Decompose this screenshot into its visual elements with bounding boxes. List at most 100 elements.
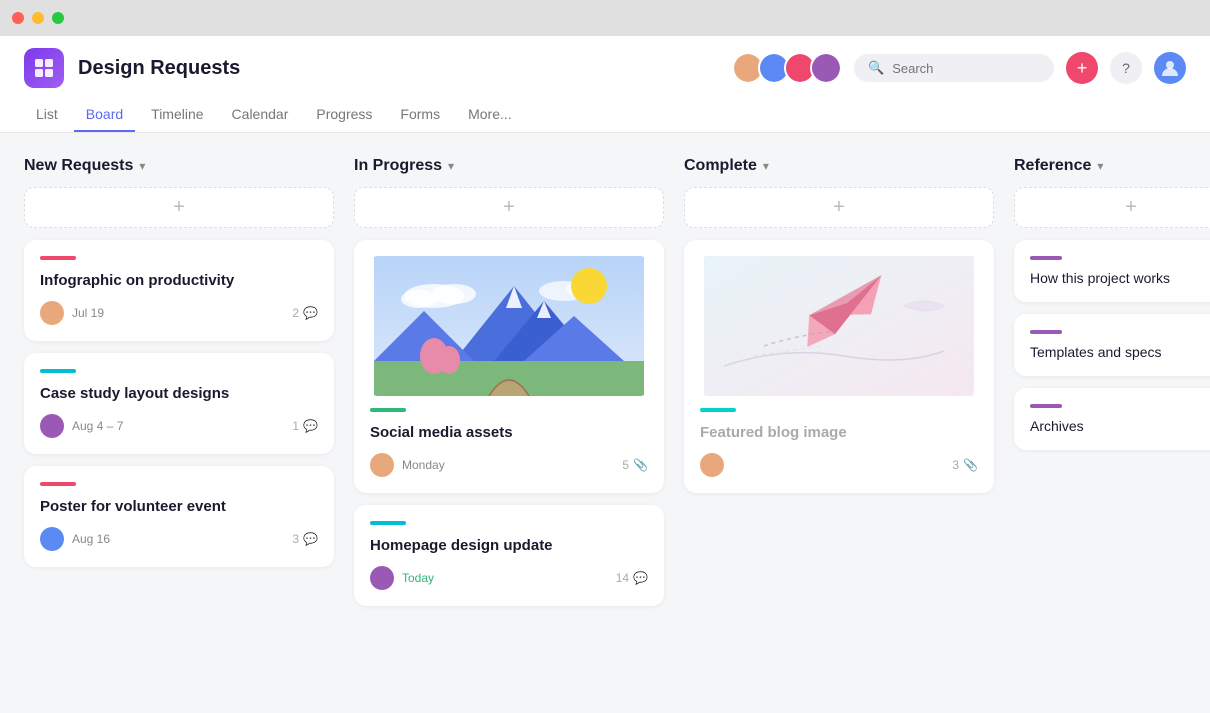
card-count: 1 💬 bbox=[292, 419, 318, 433]
column-title-new-requests: New Requests bbox=[24, 157, 133, 175]
card-meta: Monday bbox=[370, 453, 445, 477]
card-footer: Aug 16 3 💬 bbox=[40, 527, 318, 551]
card-count: 5 📎 bbox=[622, 458, 648, 472]
tab-timeline[interactable]: Timeline bbox=[139, 98, 215, 132]
card-footer: Aug 4 – 7 1 💬 bbox=[40, 414, 318, 438]
ref-title: Archives bbox=[1030, 418, 1210, 434]
tab-list[interactable]: List bbox=[24, 98, 70, 132]
card-meta: Aug 4 – 7 bbox=[40, 414, 123, 438]
card-blog-image[interactable]: Featured blog image 3 📎 bbox=[684, 240, 994, 493]
chevron-down-icon: ▾ bbox=[1097, 159, 1103, 173]
card-social-media[interactable]: Social media assets Monday 5 📎 bbox=[354, 240, 664, 493]
search-bar[interactable]: 🔍 bbox=[854, 54, 1054, 82]
card-title: Social media assets bbox=[370, 424, 648, 441]
comment-icon: 💬 bbox=[303, 532, 318, 546]
card-image-mountain bbox=[370, 256, 648, 396]
avatar bbox=[370, 566, 394, 590]
add-button[interactable]: + bbox=[1066, 52, 1098, 84]
card-case-study[interactable]: Case study layout designs Aug 4 – 7 1 💬 bbox=[24, 353, 334, 454]
minimize-dot[interactable] bbox=[32, 12, 44, 24]
card-date: Monday bbox=[402, 458, 445, 472]
header: Design Requests 🔍 bbox=[0, 36, 1210, 133]
ref-accent bbox=[1030, 330, 1062, 334]
nav-tabs: List Board Timeline Calendar Progress Fo… bbox=[24, 98, 1186, 132]
card-accent bbox=[370, 521, 406, 525]
tab-calendar[interactable]: Calendar bbox=[220, 98, 301, 132]
column-header-new-requests: New Requests ▾ bbox=[24, 157, 334, 175]
card-count: 14 💬 bbox=[616, 571, 648, 585]
search-icon: 🔍 bbox=[868, 60, 884, 76]
board: New Requests ▾ + Infographic on producti… bbox=[0, 133, 1210, 713]
card-date: Today bbox=[402, 571, 434, 585]
avatar bbox=[370, 453, 394, 477]
ref-card-templates[interactable]: Templates and specs bbox=[1014, 314, 1210, 376]
card-accent bbox=[40, 369, 76, 373]
add-card-complete[interactable]: + bbox=[684, 187, 994, 228]
maximize-dot[interactable] bbox=[52, 12, 64, 24]
card-accent bbox=[40, 256, 76, 260]
column-header-complete: Complete ▾ bbox=[684, 157, 994, 175]
card-count: 2 💬 bbox=[292, 306, 318, 320]
tab-more[interactable]: More... bbox=[456, 98, 524, 132]
card-title: Infographic on productivity bbox=[40, 272, 318, 289]
card-title: Homepage design update bbox=[370, 537, 648, 554]
column-header-reference: Reference ▾ bbox=[1014, 157, 1210, 175]
card-accent bbox=[700, 408, 736, 412]
card-date: Aug 16 bbox=[72, 532, 110, 546]
avatar bbox=[40, 301, 64, 325]
comment-icon: 💬 bbox=[303, 306, 318, 320]
card-meta: Today bbox=[370, 566, 434, 590]
card-title: Poster for volunteer event bbox=[40, 498, 318, 515]
card-image-plane bbox=[700, 256, 978, 396]
app-icon bbox=[24, 48, 64, 88]
card-meta bbox=[700, 453, 732, 477]
tab-board[interactable]: Board bbox=[74, 98, 135, 132]
column-new-requests: New Requests ▾ + Infographic on producti… bbox=[24, 157, 334, 689]
ref-title: How this project works bbox=[1030, 270, 1210, 286]
header-right: 🔍 + ? bbox=[732, 52, 1186, 84]
card-footer: Monday 5 📎 bbox=[370, 453, 648, 477]
column-complete: Complete ▾ + bbox=[684, 157, 994, 689]
ref-card-how-project[interactable]: How this project works bbox=[1014, 240, 1210, 302]
add-card-reference[interactable]: + bbox=[1014, 187, 1210, 228]
card-accent bbox=[40, 482, 76, 486]
tab-forms[interactable]: Forms bbox=[388, 98, 452, 132]
titlebar bbox=[0, 0, 1210, 36]
card-footer: 3 📎 bbox=[700, 453, 978, 477]
card-count: 3 📎 bbox=[952, 458, 978, 472]
column-reference: Reference ▾ + How this project works Tem… bbox=[1014, 157, 1210, 689]
add-card-new-requests[interactable]: + bbox=[24, 187, 334, 228]
card-title: Featured blog image bbox=[700, 424, 978, 441]
chevron-down-icon: ▾ bbox=[763, 159, 769, 173]
avatar bbox=[40, 527, 64, 551]
ref-accent bbox=[1030, 256, 1062, 260]
card-infographic[interactable]: Infographic on productivity Jul 19 2 💬 bbox=[24, 240, 334, 341]
comment-icon: 💬 bbox=[303, 419, 318, 433]
add-card-in-progress[interactable]: + bbox=[354, 187, 664, 228]
attachment-icon: 📎 bbox=[633, 458, 648, 472]
card-poster[interactable]: Poster for volunteer event Aug 16 3 💬 bbox=[24, 466, 334, 567]
close-dot[interactable] bbox=[12, 12, 24, 24]
chevron-down-icon: ▾ bbox=[448, 159, 454, 173]
tab-progress[interactable]: Progress bbox=[304, 98, 384, 132]
card-count: 3 💬 bbox=[292, 532, 318, 546]
attachment-icon: 📎 bbox=[963, 458, 978, 472]
card-accent bbox=[370, 408, 406, 412]
card-meta: Aug 16 bbox=[40, 527, 110, 551]
column-title-in-progress: In Progress bbox=[354, 157, 442, 175]
card-homepage[interactable]: Homepage design update Today 14 💬 bbox=[354, 505, 664, 606]
card-footer: Jul 19 2 💬 bbox=[40, 301, 318, 325]
card-meta: Jul 19 bbox=[40, 301, 104, 325]
help-button[interactable]: ? bbox=[1110, 52, 1142, 84]
column-title-reference: Reference bbox=[1014, 157, 1091, 175]
user-avatar[interactable] bbox=[1154, 52, 1186, 84]
project-title: Design Requests bbox=[78, 57, 240, 80]
card-title: Case study layout designs bbox=[40, 385, 318, 402]
column-title-complete: Complete bbox=[684, 157, 757, 175]
card-date: Aug 4 – 7 bbox=[72, 419, 123, 433]
search-input[interactable] bbox=[892, 61, 1040, 76]
ref-accent bbox=[1030, 404, 1062, 408]
ref-title: Templates and specs bbox=[1030, 344, 1210, 360]
column-in-progress: In Progress ▾ + bbox=[354, 157, 664, 689]
ref-card-archives[interactable]: Archives bbox=[1014, 388, 1210, 450]
